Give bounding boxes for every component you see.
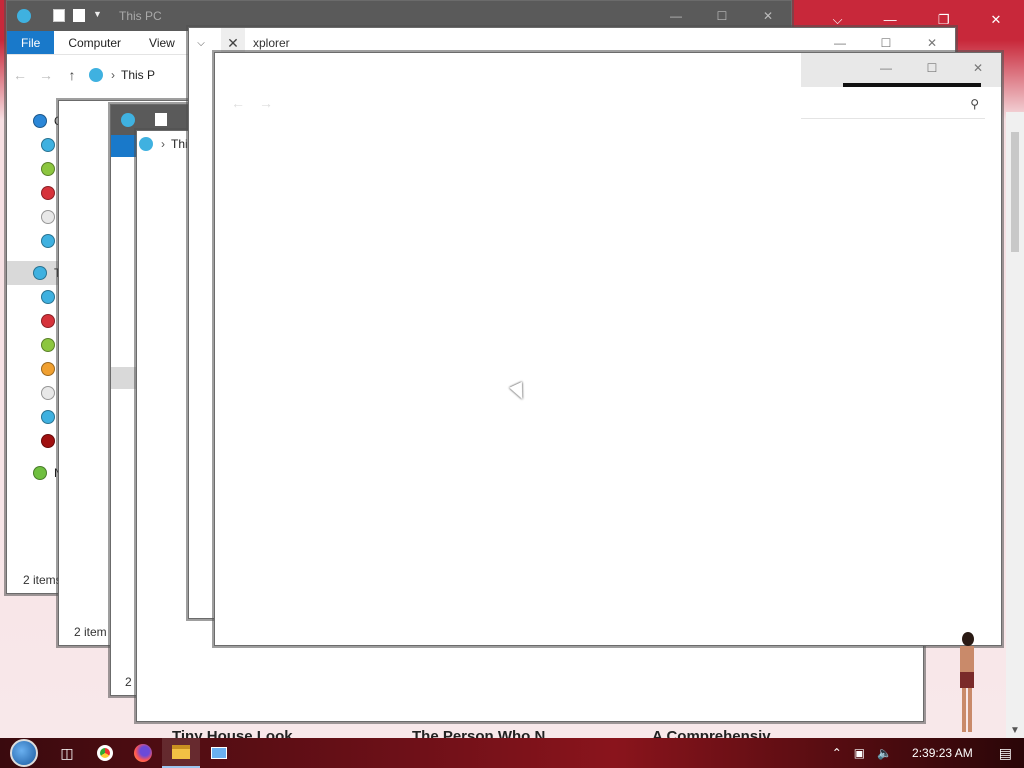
downloads-folder-icon <box>41 338 55 352</box>
volume-icon[interactable]: 🔈 <box>871 746 898 760</box>
this-pc-icon <box>89 68 103 82</box>
explorer-window-6: — ☐ ✕ ⚲ ← → <box>214 52 1002 646</box>
back-icon[interactable]: ← <box>231 95 245 111</box>
maximize-icon: ☐ <box>926 61 938 75</box>
minimize-button[interactable]: — <box>863 53 909 83</box>
properties-icon[interactable] <box>53 9 65 22</box>
desktop: Tiny House Look The Person Who N A Compr… <box>0 0 1024 738</box>
search-box[interactable]: ⚲ <box>801 89 985 119</box>
taskbar-file-explorer[interactable] <box>162 738 200 768</box>
pictures-folder-icon <box>41 386 55 400</box>
taskbar: ◫ ⌃ ▣ 🔈 2:39:23 AM ▤ <box>0 738 1024 768</box>
desktop-folder-icon <box>41 290 55 304</box>
this-pc-icon <box>33 266 47 280</box>
system-tray: ⌃ ▣ 🔈 2:39:23 AM ▤ <box>826 738 1024 768</box>
scroll-down-icon[interactable]: ▼ <box>1010 725 1020 736</box>
close-button[interactable]: ✕ <box>955 53 1001 83</box>
close-icon: ✕ <box>972 61 984 75</box>
desktop-folder-icon <box>41 138 55 152</box>
this-pc-icon <box>17 9 31 23</box>
chevron-up-icon[interactable]: ⌃ <box>826 746 848 760</box>
search-icon: ⚲ <box>970 97 979 111</box>
maximize-button[interactable]: ☐ <box>909 53 955 83</box>
address-path[interactable]: Thi <box>171 137 188 151</box>
tab-file[interactable]: File <box>7 31 55 54</box>
chevron-right-icon: › <box>161 137 165 151</box>
music-folder-icon <box>41 362 55 376</box>
desktop-mascot <box>956 632 978 736</box>
up-icon[interactable]: ↑ <box>59 67 85 83</box>
forward-icon[interactable]: → <box>259 95 273 111</box>
app-icon <box>211 747 227 759</box>
firefox-icon <box>134 744 152 762</box>
folder-icon <box>172 745 190 759</box>
close-icon: ✕ <box>926 36 938 50</box>
minimize-icon: — <box>670 9 682 23</box>
tab-computer[interactable]: Computer <box>54 31 135 54</box>
close-icon: ✕ <box>762 9 774 23</box>
status-text: 2 item <box>74 625 107 639</box>
chevron-right-icon: › <box>111 68 115 82</box>
taskbar-app[interactable] <box>200 738 238 768</box>
this-pc-icon <box>121 113 135 127</box>
close-icon[interactable]: ✕ <box>991 12 1002 32</box>
new-folder-icon[interactable] <box>73 9 85 22</box>
clock[interactable]: 2:39:23 AM <box>898 746 987 760</box>
chrome-icon <box>97 745 113 761</box>
minimize-icon: — <box>834 36 846 50</box>
status-text: 2 items <box>23 573 62 587</box>
chevron-down-icon[interactable]: ▼ <box>93 9 102 19</box>
pictures-folder-icon <box>41 210 55 224</box>
downloads-folder-icon <box>41 162 55 176</box>
videos-folder-icon <box>41 234 55 248</box>
start-button[interactable] <box>0 738 48 768</box>
network-icon[interactable]: ▣ <box>848 746 871 760</box>
background-scrollbar[interactable]: ▼ <box>1006 112 1024 738</box>
window-title: xplorer <box>253 36 290 50</box>
minimize-icon: — <box>880 61 892 75</box>
star-icon <box>33 114 47 128</box>
chevron-down-icon[interactable]: ⌵ <box>189 28 213 58</box>
documents-folder-icon <box>41 186 55 200</box>
progress-strip <box>843 83 981 87</box>
videos-folder-icon <box>41 410 55 424</box>
titlebar[interactable]: — ☐ ✕ <box>801 53 1001 87</box>
network-icon <box>33 466 47 480</box>
documents-folder-icon <box>41 314 55 328</box>
windows-start-icon <box>10 739 38 767</box>
scrollbar-thumb[interactable] <box>1011 132 1019 252</box>
tab-view[interactable]: View <box>135 31 189 54</box>
background-caption: The Person Who N <box>412 728 546 738</box>
taskbar-firefox[interactable] <box>124 738 162 768</box>
properties-icon[interactable] <box>155 113 167 126</box>
address-path[interactable]: This P <box>121 68 155 82</box>
notifications-icon[interactable]: ▤ <box>987 745 1024 762</box>
this-pc-icon <box>139 137 153 151</box>
drive-icon <box>41 434 55 448</box>
window-title: This PC <box>119 9 162 23</box>
selected-node <box>111 367 137 389</box>
status-text: 2 <box>125 675 132 689</box>
background-caption: A Comprehensiv <box>652 728 771 738</box>
maximize-icon: ☐ <box>880 36 892 50</box>
background-caption: Tiny House Look <box>172 728 293 738</box>
taskbar-chrome[interactable] <box>86 738 124 768</box>
back-icon[interactable]: ← <box>7 67 33 83</box>
forward-icon[interactable]: → <box>33 67 59 83</box>
task-view-button[interactable]: ◫ <box>48 738 86 768</box>
maximize-icon: ☐ <box>716 9 728 23</box>
close-icon: ✕ <box>227 34 239 51</box>
tab-file[interactable] <box>111 135 137 157</box>
task-view-icon: ◫ <box>60 744 74 761</box>
